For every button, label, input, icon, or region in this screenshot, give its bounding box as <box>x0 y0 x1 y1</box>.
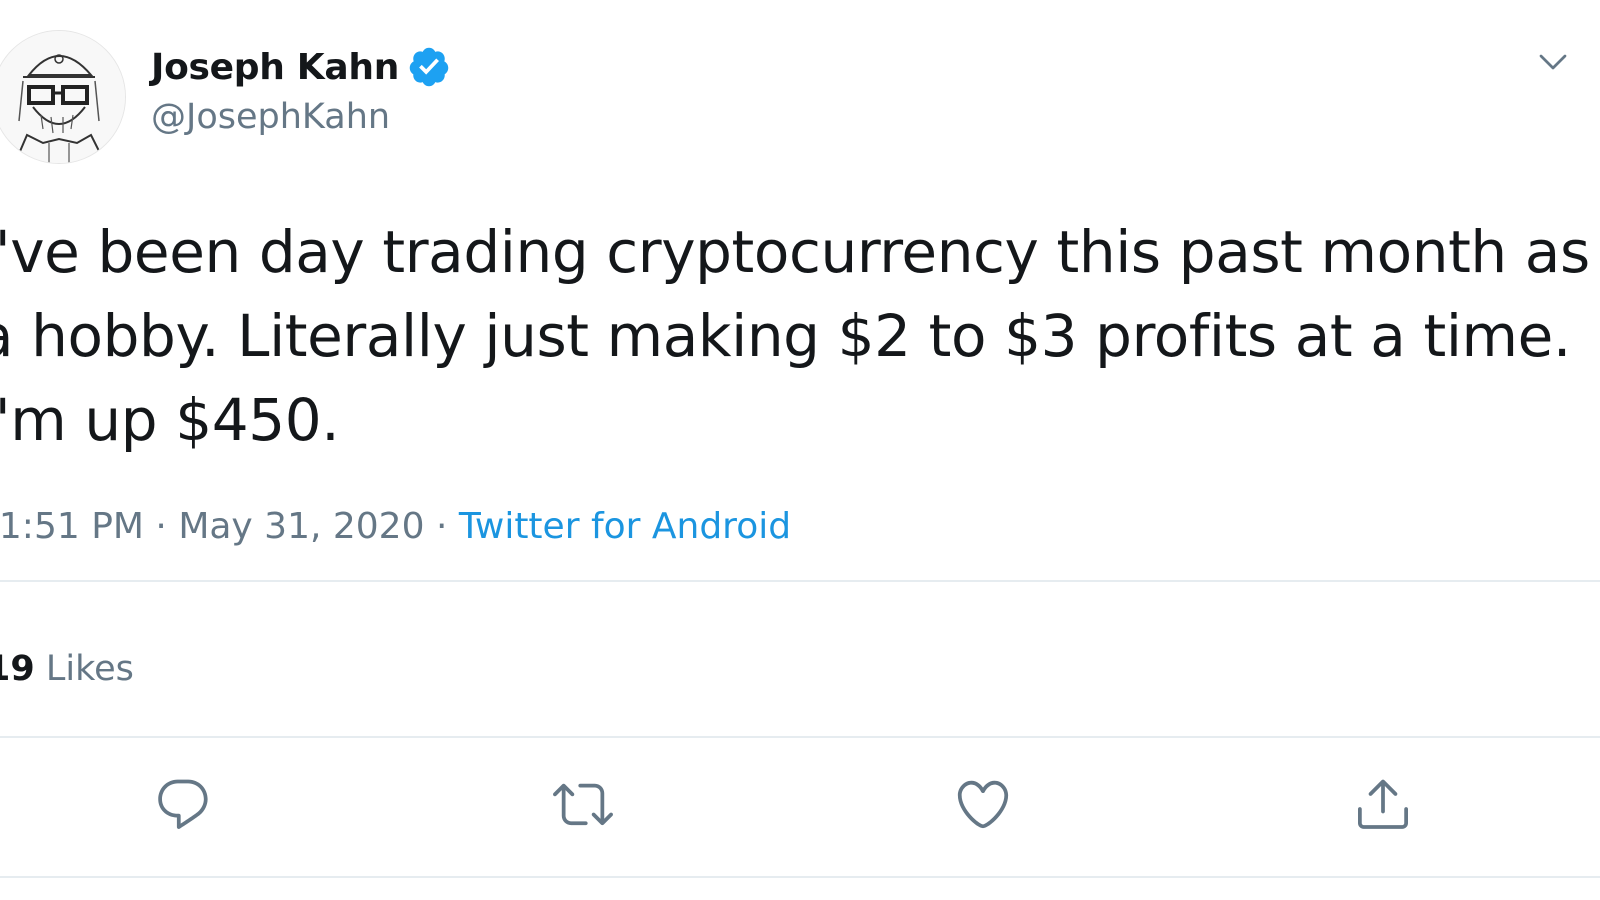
avatar[interactable] <box>0 30 126 164</box>
divider <box>0 736 1600 738</box>
verified-badge-icon <box>409 47 449 87</box>
meta-separator: · <box>143 506 179 547</box>
retweet-icon <box>553 783 613 826</box>
tweet-meta: 11:51 PM · May 31, 2020 · Twitter for An… <box>0 500 791 554</box>
author-handle[interactable]: @JosephKahn <box>151 97 390 137</box>
tweet-time[interactable]: 11:51 PM <box>0 506 144 547</box>
likes-stat[interactable]: 19 Likes <box>0 642 134 696</box>
tweet-source-link[interactable]: Twitter for Android <box>459 506 791 547</box>
share-button[interactable] <box>1351 772 1415 836</box>
sketch-portrait-avatar <box>0 31 125 163</box>
retweet-button[interactable] <box>551 772 615 836</box>
tweet-text-line: I've been day trading cryptocurrency thi… <box>0 218 1590 286</box>
reply-button[interactable] <box>151 772 215 836</box>
divider <box>0 580 1600 582</box>
likes-label: Likes <box>45 649 134 689</box>
heart-icon <box>957 780 1009 829</box>
tweet-text-line: I'm up $450. <box>0 386 340 454</box>
author-name-row[interactable]: Joseph Kahn <box>151 40 451 94</box>
reply-icon <box>158 779 208 829</box>
share-icon <box>1358 779 1408 829</box>
like-button[interactable] <box>951 772 1015 836</box>
meta-separator: · <box>424 506 459 547</box>
chevron-down-icon[interactable] <box>1535 44 1571 80</box>
tweet-date[interactable]: May 31, 2020 <box>178 506 424 547</box>
tweet-text: I've been day trading cryptocurrency thi… <box>0 210 1600 462</box>
divider <box>0 876 1600 878</box>
likes-count: 19 <box>0 649 35 689</box>
tweet-text-line: a hobby. Literally just making $2 to $3 … <box>0 302 1571 370</box>
display-name[interactable]: Joseph Kahn <box>151 47 399 88</box>
